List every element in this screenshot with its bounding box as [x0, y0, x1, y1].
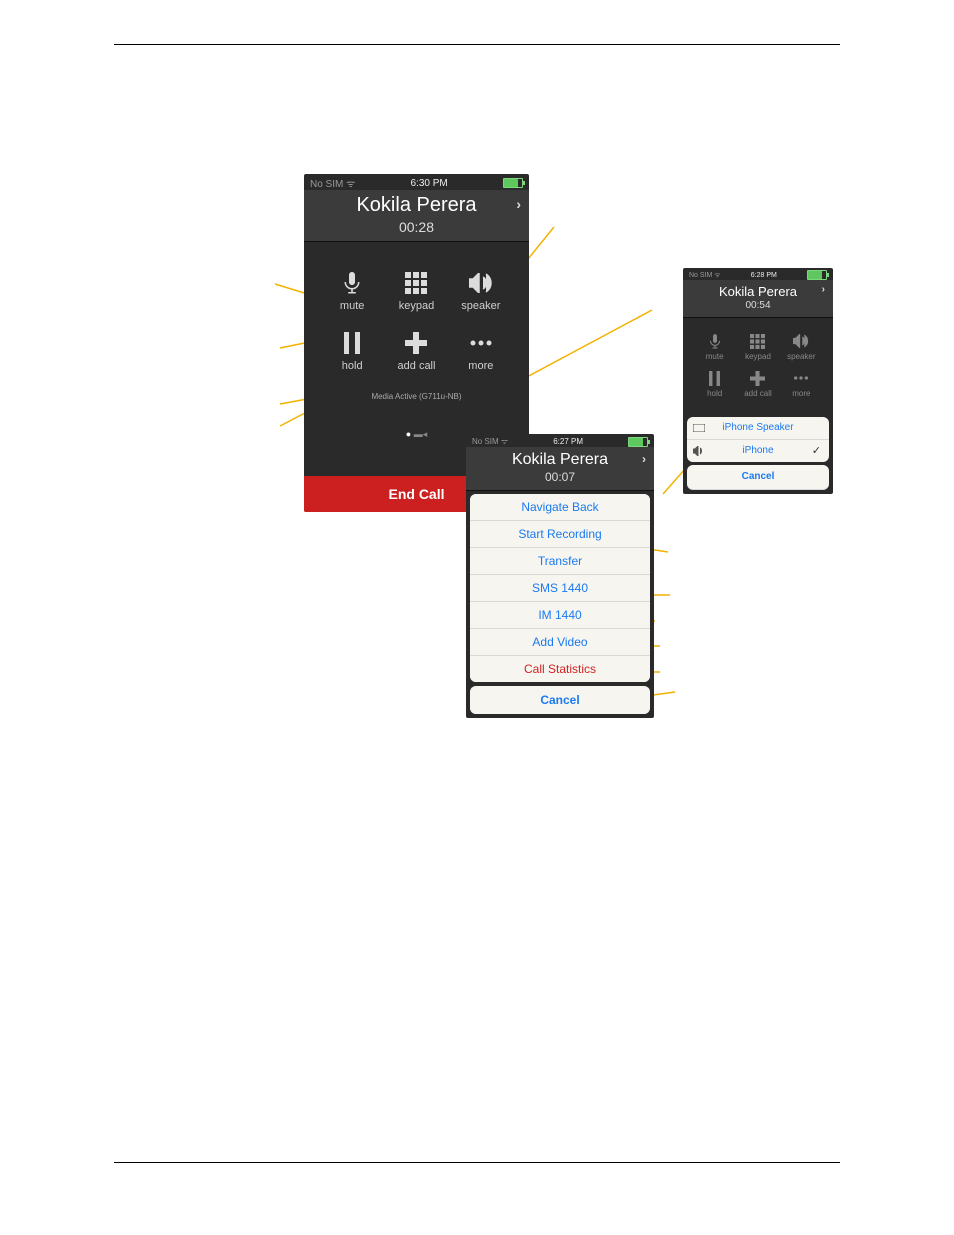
plus-icon [405, 332, 427, 354]
iphone-speaker-label: iPhone Speaker [722, 422, 793, 433]
check-icon: ✓ [812, 440, 821, 462]
plus-icon [750, 371, 765, 386]
mute-label: mute [706, 352, 724, 361]
cancel-button[interactable]: Cancel [470, 686, 650, 714]
call-statistics-option[interactable]: Call Statistics [470, 656, 650, 682]
chevron-right-icon[interactable]: › [642, 452, 646, 466]
start-recording-option[interactable]: Start Recording [470, 521, 650, 548]
pause-icon [344, 332, 360, 354]
contact-name: Kokila Perera [689, 284, 827, 299]
add-call-button[interactable]: add call [384, 330, 448, 372]
battery-icon [807, 270, 827, 280]
hold-label: hold [707, 389, 722, 398]
end-call-label: End Call [388, 486, 444, 502]
screenshot-container: No SIM ᯤ 6:30 PM Kokila Perera 00:28 › m… [0, 174, 954, 734]
keypad-icon [750, 334, 765, 349]
ellipsis-icon [793, 375, 809, 381]
contact-name: Kokila Perera [310, 194, 523, 217]
add-call-label: add call [744, 389, 772, 398]
keypad-label: keypad [399, 300, 434, 312]
more-menu-screen: No SIM ᯤ 6:27 PM Kokila Perera 00:07 › N… [466, 434, 654, 718]
contact-name: Kokila Perera [472, 451, 648, 469]
contact-bar[interactable]: Kokila Perera 00:54 › [683, 280, 833, 318]
cancel-label: Cancel [742, 471, 775, 482]
speaker-icon [793, 334, 809, 348]
speaker-button[interactable]: speaker [449, 270, 513, 312]
contact-bar[interactable]: Kokila Perera 00:07 › [466, 447, 654, 491]
call-duration: 00:07 [472, 470, 648, 484]
status-bar: No SIM ᯤ 6:27 PM [466, 434, 654, 447]
status-left: No SIM ᯤ [472, 436, 508, 447]
more-label: more [792, 389, 810, 398]
battery-icon [628, 437, 648, 447]
call-controls: mute keypad speaker hold add call more [683, 318, 833, 402]
device-icon [693, 417, 705, 439]
audio-route-sheet: iPhone Speaker iPhone ✓ [687, 417, 829, 462]
hold-label: hold [342, 360, 363, 372]
keypad-label: keypad [745, 352, 771, 361]
sms-option[interactable]: SMS 1440 [470, 575, 650, 602]
battery-icon [503, 178, 523, 188]
more-button[interactable]: more [449, 330, 513, 372]
more-button[interactable]: more [780, 369, 823, 398]
cancel-sheet: Cancel [470, 686, 650, 714]
call-controls: mute keypad speaker hold add call more [304, 242, 529, 378]
status-time: 6:27 PM [553, 437, 583, 446]
hold-button[interactable]: hold [320, 330, 384, 372]
keypad-button[interactable]: keypad [736, 332, 779, 361]
speaker-button[interactable]: speaker [780, 332, 823, 361]
keypad-button[interactable]: keypad [384, 270, 448, 312]
status-time: 6:28 PM [751, 272, 777, 279]
cancel-button[interactable]: Cancel [687, 465, 829, 490]
media-status: Media Active (G711u-NB) [304, 392, 529, 401]
hold-button[interactable]: hold [693, 369, 736, 398]
iphone-option[interactable]: iPhone ✓ [687, 440, 829, 462]
call-duration: 00:54 [689, 300, 827, 311]
call-duration: 00:28 [310, 219, 523, 235]
dot-active: ● [406, 429, 411, 439]
chevron-right-icon[interactable]: › [822, 284, 825, 295]
status-bar: No SIM ᯤ 6:28 PM [683, 268, 833, 280]
audio-icon [693, 440, 705, 462]
speaker-label: speaker [787, 352, 815, 361]
keypad-icon [405, 272, 427, 294]
dot-inactive: ▬◂ [414, 429, 428, 439]
transfer-option[interactable]: Transfer [470, 548, 650, 575]
add-call-button[interactable]: add call [736, 369, 779, 398]
mute-button[interactable]: mute [693, 332, 736, 361]
mute-button[interactable]: mute [320, 270, 384, 312]
chevron-right-icon[interactable]: › [516, 196, 521, 212]
more-label: more [468, 360, 493, 372]
add-video-option[interactable]: Add Video [470, 629, 650, 656]
status-time: 6:30 PM [411, 178, 448, 189]
cancel-sheet: Cancel [687, 465, 829, 490]
mic-icon [343, 272, 361, 294]
status-bar: No SIM ᯤ 6:30 PM [304, 174, 529, 190]
ellipsis-icon [469, 339, 493, 347]
mute-label: mute [340, 300, 364, 312]
status-left: No SIM ᯤ [689, 271, 721, 280]
pause-icon [709, 371, 720, 386]
speaker-label: speaker [461, 300, 500, 312]
iphone-speaker-option[interactable]: iPhone Speaker [687, 417, 829, 440]
speaker-icon [469, 273, 493, 293]
status-left: No SIM ᯤ [310, 176, 355, 190]
navigate-back-option[interactable]: Navigate Back [470, 494, 650, 521]
contact-bar[interactable]: Kokila Perera 00:28 › [304, 190, 529, 242]
im-option[interactable]: IM 1440 [470, 602, 650, 629]
page-top-rule [114, 44, 840, 45]
speaker-select-screen: No SIM ᯤ 6:28 PM Kokila Perera 00:54 › m… [683, 268, 833, 494]
iphone-label: iPhone [742, 445, 773, 456]
more-actions-sheet: Navigate Back Start Recording Transfer S… [470, 494, 650, 682]
page-bottom-rule [114, 1162, 840, 1163]
mic-icon [709, 334, 721, 349]
add-call-label: add call [398, 360, 436, 372]
